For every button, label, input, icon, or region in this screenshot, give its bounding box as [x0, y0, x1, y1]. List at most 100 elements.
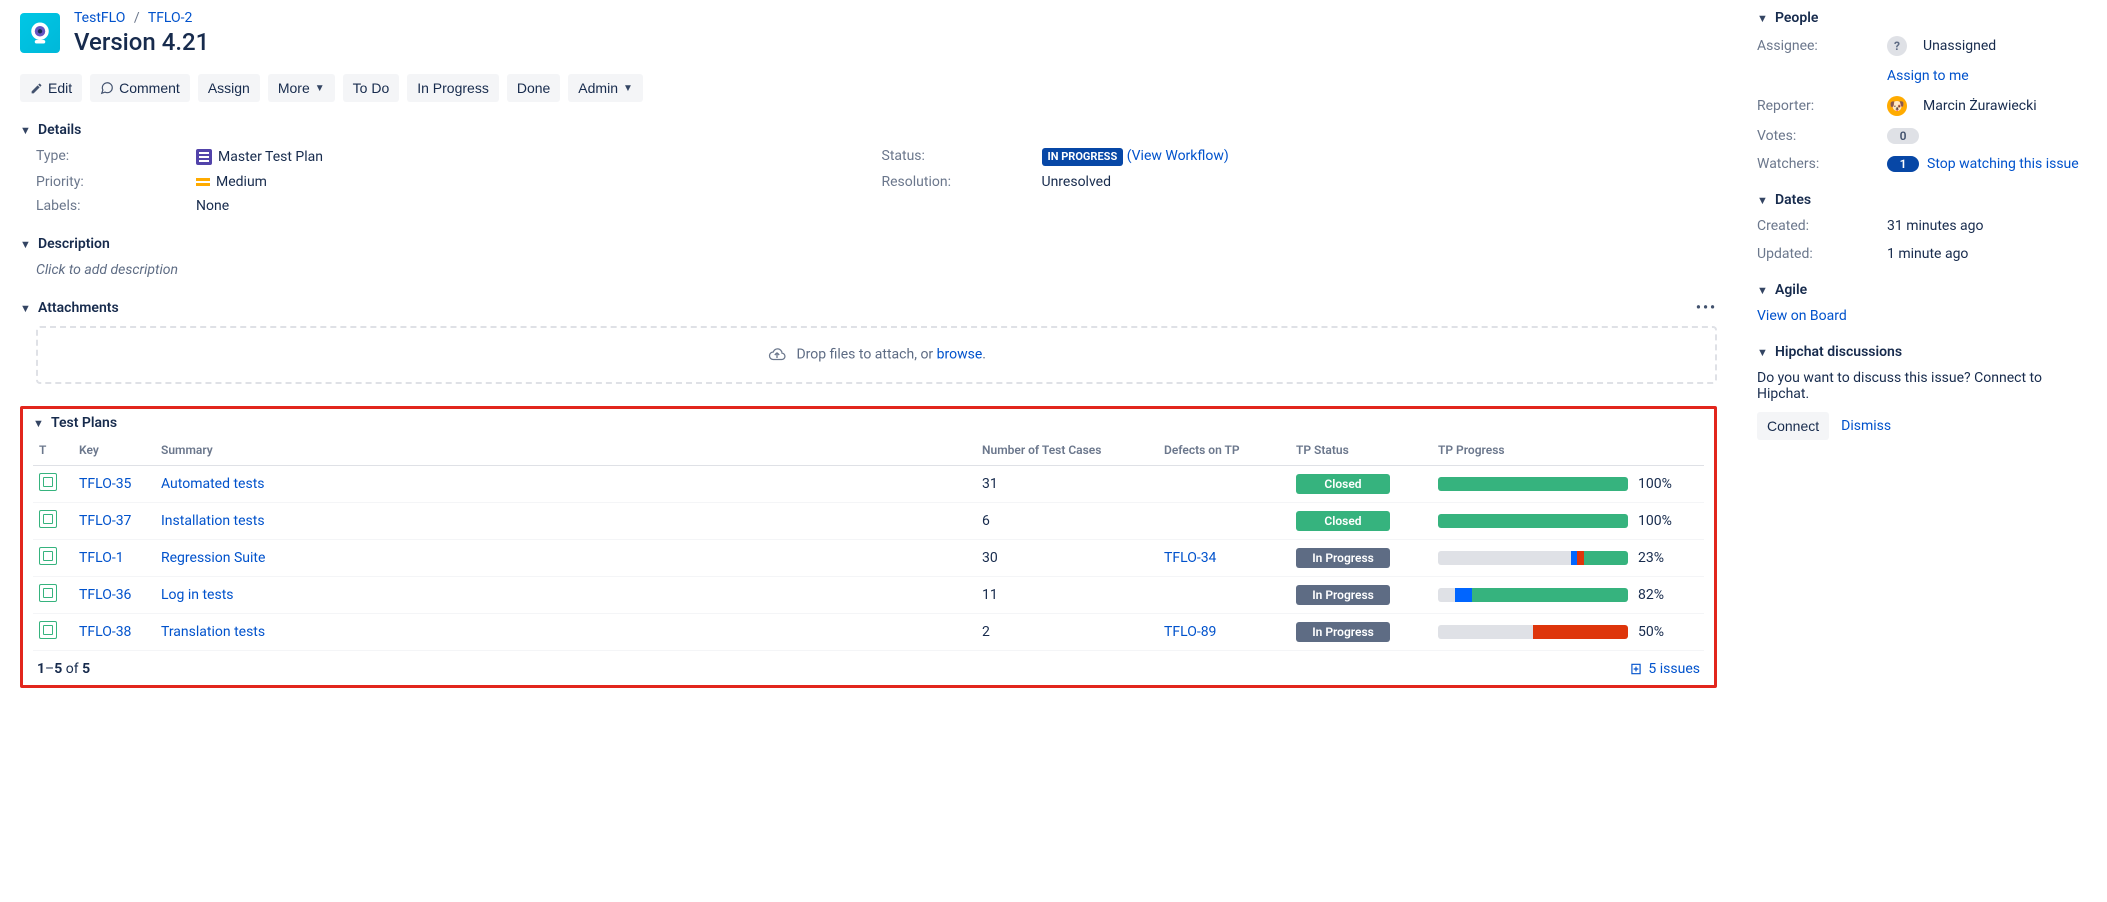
tp-progress-pct: 100% [1638, 513, 1672, 529]
priority-medium-icon [196, 178, 210, 186]
edit-button[interactable]: Edit [20, 74, 82, 102]
section-title-description: Description [38, 236, 110, 252]
more-button[interactable]: More▼ [268, 74, 335, 102]
defect-link[interactable]: TFLO-34 [1164, 550, 1216, 566]
assign-button[interactable]: Assign [198, 74, 260, 102]
cloud-upload-icon [767, 346, 787, 364]
attachments-dropzone[interactable]: Drop files to attach, or browse. [36, 326, 1717, 384]
section-toggle[interactable]: ▼ [20, 238, 32, 251]
reporter-label: Reporter: [1757, 98, 1887, 114]
col-key[interactable]: Key [73, 435, 155, 466]
section-title-attachments: Attachments [38, 300, 119, 316]
stop-watching-link[interactable]: Stop watching this issue [1927, 156, 2079, 172]
tp-status-pill: Closed [1296, 474, 1390, 494]
num-testcases: 11 [976, 577, 1158, 614]
tp-progress-pct: 23% [1638, 550, 1664, 566]
chevron-down-icon: ▼ [315, 83, 325, 94]
tp-status-pill: Closed [1296, 511, 1390, 531]
reporter-value: 🐶Marcin Żurawiecki [1887, 96, 2087, 116]
defect-link[interactable]: TFLO-89 [1164, 624, 1216, 640]
tp-status-pill: In Progress [1296, 585, 1390, 605]
assign-to-me-link[interactable]: Assign to me [1887, 68, 1969, 84]
table-row: TFLO-35 Automated tests 31 Closed 100% [33, 466, 1704, 503]
view-workflow-link[interactable]: (View Workflow) [1127, 148, 1229, 164]
updated-label: Updated: [1757, 246, 1887, 262]
section-toggle[interactable]: ▼ [20, 302, 32, 315]
issue-summary-link[interactable]: Translation tests [161, 624, 265, 640]
pencil-icon [30, 82, 43, 95]
section-toggle[interactable]: ▼ [1757, 284, 1769, 297]
chevron-down-icon: ▼ [623, 83, 633, 94]
breadcrumb-separator: / [134, 10, 140, 26]
priority-label: Priority: [36, 174, 186, 190]
issue-summary-link[interactable]: Log in tests [161, 587, 234, 603]
comment-button[interactable]: Comment [90, 74, 190, 102]
section-title-details: Details [38, 122, 81, 138]
status-lozenge: IN PROGRESS [1042, 148, 1124, 166]
transition-todo-button[interactable]: To Do [343, 74, 400, 102]
section-toggle[interactable]: ▼ [20, 124, 32, 137]
issue-key-link[interactable]: TFLO-36 [79, 587, 131, 603]
num-testcases: 31 [976, 466, 1158, 503]
project-avatar [20, 13, 60, 53]
section-toggle[interactable]: ▼ [1757, 12, 1769, 25]
export-icon [1629, 662, 1643, 676]
labels-value: None [196, 198, 872, 214]
tp-progress: 100% [1438, 513, 1698, 529]
watchers-count: 1 [1887, 156, 1919, 172]
test-plan-type-icon [39, 510, 57, 528]
admin-button[interactable]: Admin▼ [568, 74, 643, 102]
section-toggle[interactable]: ▼ [1757, 194, 1769, 207]
hipchat-dismiss-link[interactable]: Dismiss [1841, 418, 1891, 434]
updated-value: 1 minute ago [1887, 246, 2087, 262]
issues-count-link[interactable]: 5 issues [1629, 661, 1700, 677]
issue-key-link[interactable]: TFLO-35 [79, 476, 131, 492]
section-toggle[interactable]: ▼ [33, 417, 45, 430]
type-label: Type: [36, 148, 186, 166]
issue-key-link[interactable]: TFLO-1 [79, 550, 124, 566]
pagination-range: 1–5 of 5 [37, 661, 90, 677]
section-toggle[interactable]: ▼ [1757, 346, 1769, 359]
issue-summary-link[interactable]: Automated tests [161, 476, 265, 492]
issue-summary-link[interactable]: Regression Suite [161, 550, 265, 566]
section-title-hipchat: Hipchat discussions [1775, 344, 1902, 360]
attachments-more-menu[interactable]: ••• [1696, 300, 1717, 316]
col-defects[interactable]: Defects on TP [1158, 435, 1290, 466]
col-progress[interactable]: TP Progress [1432, 435, 1704, 466]
tp-progress: 50% [1438, 624, 1698, 640]
test-plan-type-icon [39, 584, 57, 602]
votes-count: 0 [1887, 128, 1919, 144]
votes-label: Votes: [1757, 128, 1887, 144]
section-title-agile: Agile [1775, 282, 1807, 298]
transition-inprogress-button[interactable]: In Progress [407, 74, 499, 102]
num-testcases: 2 [976, 614, 1158, 651]
issue-summary-link[interactable]: Installation tests [161, 513, 265, 529]
view-on-board-link[interactable]: View on Board [1757, 308, 1847, 324]
status-value: IN PROGRESS (View Workflow) [1042, 148, 1718, 166]
comment-icon [100, 81, 114, 95]
num-testcases: 6 [976, 503, 1158, 540]
hipchat-connect-button[interactable]: Connect [1757, 412, 1829, 440]
description-placeholder[interactable]: Click to add description [20, 262, 1717, 278]
browse-link[interactable]: browse [937, 347, 983, 363]
issue-key-link[interactable]: TFLO-37 [79, 513, 131, 529]
test-plans-table: T Key Summary Number of Test Cases Defec… [33, 435, 1704, 651]
col-status[interactable]: TP Status [1290, 435, 1432, 466]
col-summary[interactable]: Summary [155, 435, 976, 466]
breadcrumb-issue[interactable]: TFLO-2 [148, 10, 193, 26]
test-plan-type-icon [39, 473, 57, 491]
table-row: TFLO-36Log in tests11In Progress82% [33, 577, 1704, 614]
tp-progress-pct: 50% [1638, 624, 1664, 640]
breadcrumb-project[interactable]: TestFLO [74, 10, 125, 26]
table-row: TFLO-1Regression Suite30TFLO-34In Progre… [33, 540, 1704, 577]
issue-key-link[interactable]: TFLO-38 [79, 624, 131, 640]
col-t[interactable]: T [33, 435, 73, 466]
table-row: TFLO-37 Installation tests 6 Closed 100% [33, 503, 1704, 540]
tp-progress-pct: 100% [1638, 476, 1672, 492]
transition-done-button[interactable]: Done [507, 74, 560, 102]
assignee-label: Assignee: [1757, 38, 1887, 54]
type-value: Master Test Plan [196, 148, 872, 166]
created-value: 31 minutes ago [1887, 218, 2087, 234]
assignee-value: ?Unassigned [1887, 36, 2087, 56]
col-numtc[interactable]: Number of Test Cases [976, 435, 1158, 466]
